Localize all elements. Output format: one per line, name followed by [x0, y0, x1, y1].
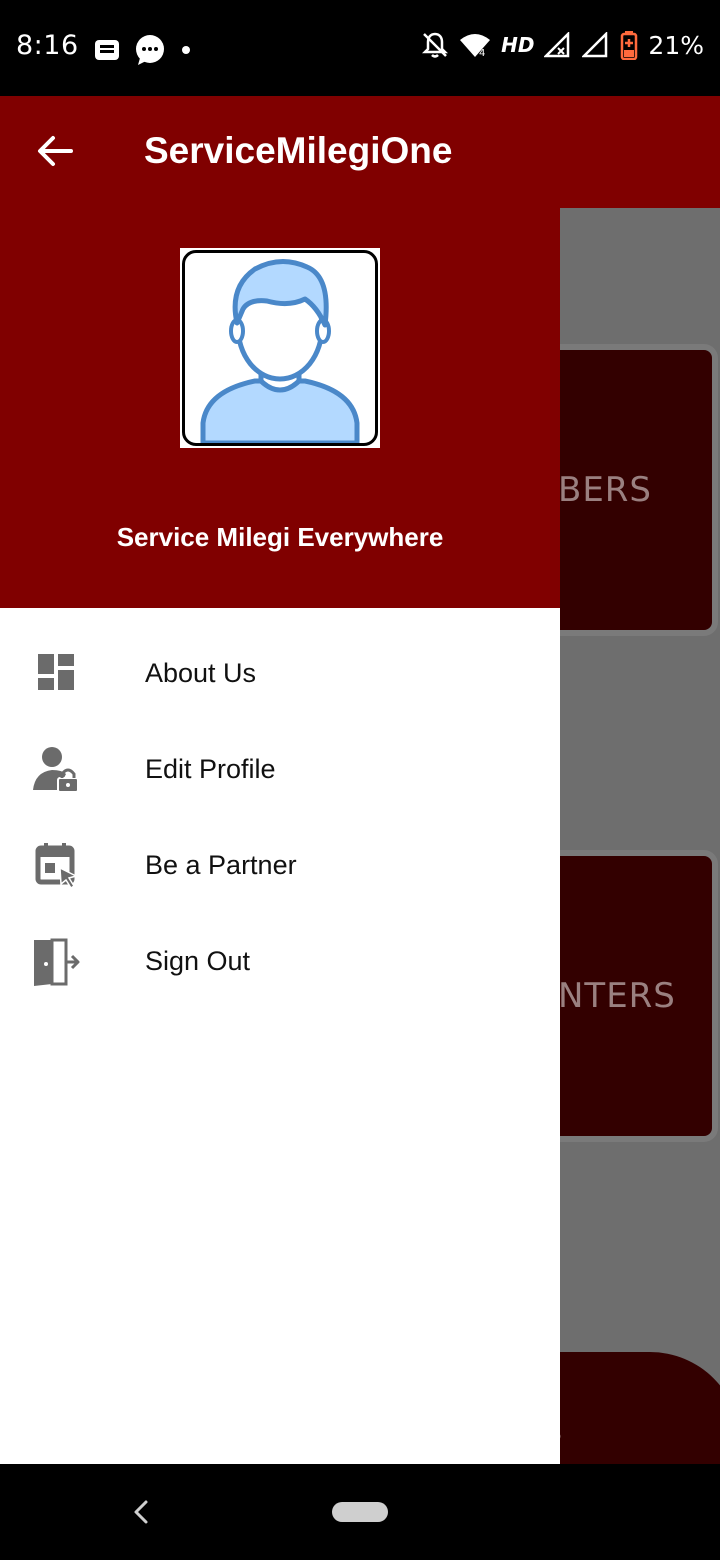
bell-off-icon [422, 32, 449, 58]
menu-item-sign-out[interactable]: Sign Out [0, 914, 560, 1010]
navigation-drawer: Service Milegi Everywhere About Us Edit … [0, 208, 560, 1464]
system-nav-bar [0, 1464, 720, 1560]
chat-bubble-icon [136, 35, 164, 65]
door-exit-icon [34, 938, 80, 986]
message-notification-icon [95, 40, 119, 60]
menu-label: Edit Profile [145, 754, 276, 784]
card-label: BERS [558, 470, 653, 510]
app-title: ServiceMilegiOne [144, 130, 453, 171]
user-avatar-icon [200, 259, 360, 443]
menu-label: About Us [145, 658, 257, 688]
battery-icon [621, 31, 638, 60]
signal-icon-2 [582, 32, 608, 58]
avatar[interactable] [180, 248, 380, 448]
drawer-menu: About Us Edit Profile Be a Partner Sign … [0, 626, 560, 1010]
signal-icon [544, 32, 570, 58]
card-label: NTERS [558, 976, 676, 1016]
system-icons: 4 HD 21% [421, 30, 704, 60]
wifi-icon: 4 [460, 34, 491, 58]
nav-home-button[interactable] [332, 1502, 388, 1522]
status-time: 8:16 [16, 30, 79, 61]
status-bar: 8:16 4 HD 21% [0, 0, 720, 96]
network-type: HD [501, 33, 535, 57]
arrow-left-icon [38, 136, 73, 166]
menu-label: Be a Partner [145, 850, 297, 880]
dashboard-icon [38, 654, 74, 690]
menu-item-be-a-partner[interactable]: Be a Partner [0, 818, 560, 914]
calendar-cursor-icon [35, 843, 79, 890]
drawer-header: Service Milegi Everywhere [0, 208, 560, 608]
back-button[interactable] [30, 126, 80, 176]
battery-percent: 21% [648, 30, 704, 60]
dot-icon [182, 46, 190, 54]
menu-item-about-us[interactable]: About Us [0, 626, 560, 722]
app-bar: ServiceMilegiOne [0, 96, 720, 208]
menu-item-edit-profile[interactable]: Edit Profile [0, 722, 560, 818]
notification-icons [94, 34, 192, 66]
drawer-subtitle: Service Milegi Everywhere [116, 522, 444, 552]
nav-back-icon[interactable] [124, 1494, 160, 1530]
user-lock-icon [33, 747, 79, 793]
svg-text:4: 4 [479, 48, 485, 58]
menu-label: Sign Out [145, 946, 251, 976]
